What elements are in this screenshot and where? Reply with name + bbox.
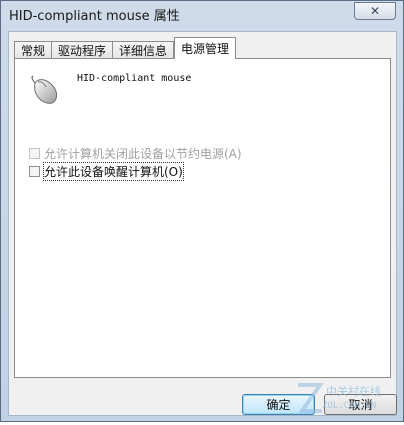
close-button[interactable]: ✕ <box>354 2 396 20</box>
tab-power-management[interactable]: 电源管理 <box>174 37 237 59</box>
allow-power-off-checkbox <box>29 148 40 159</box>
window-title: HID-compliant mouse 属性 <box>9 9 180 24</box>
tab-strip: 常规 驱动程序 详细信息 电源管理 <box>14 37 237 59</box>
tab-general[interactable]: 常规 <box>14 41 53 59</box>
close-icon: ✕ <box>369 4 381 18</box>
tab-details[interactable]: 详细信息 <box>112 41 175 59</box>
allow-power-off-label: 允许计算机关闭此设备以节约电源(A) <box>44 147 242 161</box>
allow-wake-checkbox[interactable] <box>29 166 40 177</box>
ok-button[interactable]: 确定 <box>242 394 315 415</box>
power-management-panel: HID-compliant mouse 允许计算机关闭此设备以节约电源(A) 允… <box>14 58 391 378</box>
dialog-client-area: 常规 驱动程序 详细信息 电源管理 HID-compliant mouse 允许… <box>8 31 397 416</box>
device-name: HID-compliant mouse <box>77 73 192 84</box>
mouse-icon <box>31 75 58 104</box>
allow-wake-label[interactable]: 允许此设备唤醒计算机(O) <box>43 162 184 181</box>
allow-wake-option[interactable]: 允许此设备唤醒计算机(O) <box>29 162 184 181</box>
title-bar[interactable]: HID-compliant mouse 属性 ✕ <box>1 1 403 29</box>
cancel-button[interactable]: 取消 <box>324 394 397 415</box>
allow-power-off-option: 允许计算机关闭此设备以节约电源(A) <box>29 145 242 162</box>
tab-driver[interactable]: 驱动程序 <box>51 41 114 59</box>
properties-dialog: HID-compliant mouse 属性 ✕ 常规 驱动程序 详细信息 电源… <box>0 0 404 422</box>
